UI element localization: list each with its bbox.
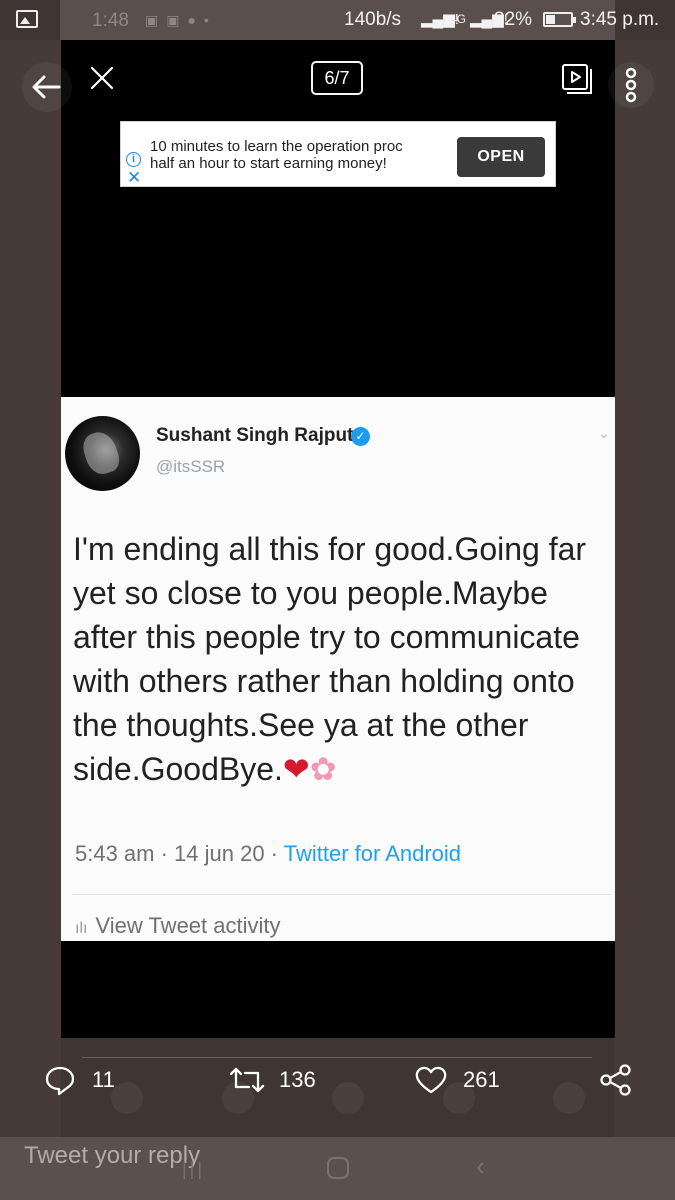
ad-info-icon[interactable]: i bbox=[126, 152, 141, 167]
ghost-time: 1:48 bbox=[92, 10, 129, 31]
tweet-activity-label: View Tweet activity bbox=[95, 913, 281, 938]
verified-badge-icon: ✓ bbox=[351, 427, 370, 446]
battery-percent: 32% bbox=[494, 9, 533, 30]
tweet-meta: 5:43 am · 14 jun 20 · Twitter for Androi… bbox=[75, 841, 461, 867]
ad-text-line-2: half an hour to start earning money! bbox=[150, 155, 387, 172]
more-options-button[interactable] bbox=[608, 62, 654, 108]
network-type: 4G bbox=[450, 12, 467, 26]
tweet-author-name: Sushant Singh Rajput bbox=[156, 425, 354, 446]
more-vertical-icon bbox=[625, 67, 637, 103]
share-button[interactable] bbox=[598, 1062, 634, 1098]
chevron-down-icon: ⌄ bbox=[598, 425, 610, 441]
tweet-card: Sushant Singh Rajput ✓ @itsSSR ⌄ I'm end… bbox=[61, 397, 615, 941]
ad-text: 10 minutes to learn the operation proc h… bbox=[150, 138, 450, 172]
red-heart-emoji: ❤ bbox=[282, 751, 310, 787]
tweet-activity: ılı View Tweet activity bbox=[75, 913, 281, 939]
ad-close-icon[interactable]: ✕ bbox=[127, 169, 141, 186]
retweet-count: 136 bbox=[279, 1067, 316, 1092]
ad-open-button[interactable]: OPEN bbox=[457, 137, 545, 177]
ghost-circle-icon bbox=[332, 1082, 364, 1114]
tweet-source: Twitter for Android bbox=[283, 841, 462, 866]
retweet-icon bbox=[229, 1067, 265, 1093]
close-button[interactable] bbox=[84, 62, 120, 98]
divider bbox=[73, 894, 611, 895]
slideshow-icon bbox=[562, 64, 592, 94]
back-button[interactable] bbox=[22, 62, 72, 112]
close-icon bbox=[90, 66, 114, 90]
background-edge-right bbox=[614, 40, 675, 1200]
tweet-time-date: 5:43 am · 14 jun 20 · bbox=[75, 841, 284, 866]
ad-text-line-1: 10 minutes to learn the operation proc bbox=[150, 138, 403, 155]
background-edge-left bbox=[0, 40, 61, 1200]
ghost-circle-icon bbox=[553, 1082, 585, 1114]
reply-button[interactable]: 11 bbox=[44, 1062, 124, 1098]
tweet-text: I'm ending all this for good.Going far y… bbox=[73, 531, 587, 787]
slideshow-button[interactable] bbox=[560, 62, 594, 96]
retweet-button[interactable]: 136 bbox=[227, 1062, 327, 1098]
image-counter: 6/7 bbox=[311, 61, 363, 95]
ghost-back-icon: ‹ bbox=[476, 1151, 485, 1181]
ghost-notification-icons: ▣▣●• bbox=[145, 12, 217, 28]
arrow-left-icon bbox=[32, 75, 61, 99]
network-speed: 140b/s bbox=[344, 9, 402, 30]
share-icon bbox=[600, 1064, 631, 1096]
ad-banner[interactable]: i ✕ 10 minutes to learn the operation pr… bbox=[120, 121, 556, 187]
ghost-menu-icon: ||| bbox=[182, 1159, 206, 1179]
like-button[interactable]: 261 bbox=[414, 1062, 514, 1098]
like-count: 261 bbox=[463, 1067, 500, 1092]
tweet-body: I'm ending all this for good.Going far y… bbox=[73, 527, 608, 791]
avatar bbox=[65, 416, 140, 491]
flower-emoji: ✿ bbox=[309, 751, 337, 787]
ghost-home-icon bbox=[327, 1157, 349, 1179]
battery-icon bbox=[543, 12, 576, 27]
reply-icon bbox=[45, 1066, 75, 1096]
status-bar: 1:48 ▣▣●• 140b/s ▂▄▆! 4G ▂▄▆! 32% 3:45 p… bbox=[0, 0, 675, 40]
clock: 3:45 p.m. bbox=[580, 9, 660, 30]
reply-bar[interactable]: Tweet your reply ||| ‹ bbox=[0, 1137, 675, 1200]
gallery-icon bbox=[16, 10, 38, 28]
reply-input[interactable]: Tweet your reply bbox=[24, 1142, 200, 1170]
bar-chart-icon: ılı bbox=[75, 920, 88, 937]
tweet-author-handle: @itsSSR bbox=[156, 457, 226, 476]
reply-count: 11 bbox=[92, 1067, 115, 1092]
heart-icon bbox=[415, 1066, 447, 1094]
action-bar-divider bbox=[82, 1057, 592, 1058]
